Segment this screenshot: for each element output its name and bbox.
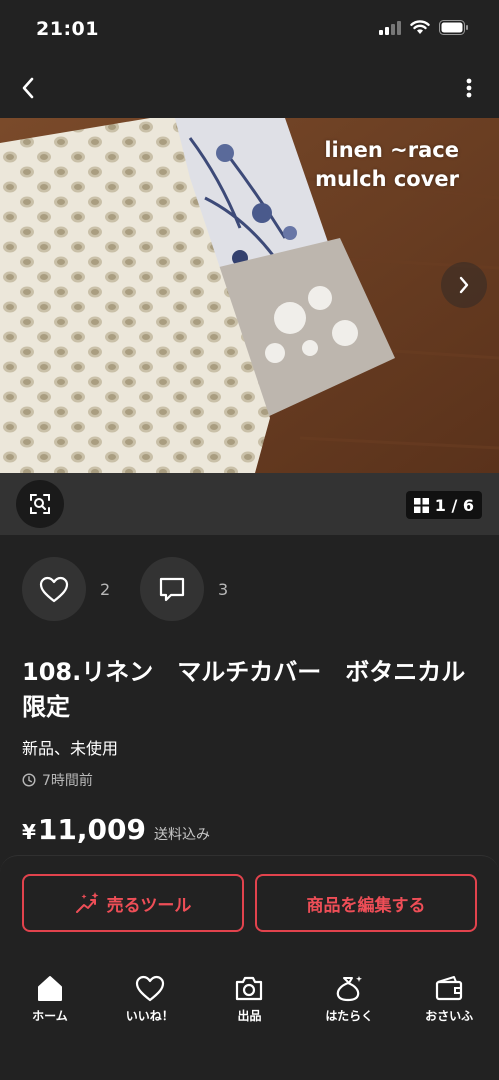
nav-bar bbox=[0, 60, 499, 118]
photo-overlay-line1: linen ~race bbox=[324, 138, 459, 162]
tab-bar: ホーム いいね！ 出品 はたらく おさいふ bbox=[0, 975, 499, 1035]
price: ¥ 11,009 送料込み bbox=[22, 813, 210, 846]
sell-tool-label: 売るツール bbox=[106, 895, 192, 916]
next-photo-button[interactable] bbox=[441, 262, 487, 308]
tab-sell[interactable]: 出品 bbox=[200, 975, 300, 1035]
photo-overlay-line2: mulch cover bbox=[315, 167, 459, 191]
like-count: 2 bbox=[100, 579, 111, 599]
image-search-button[interactable] bbox=[16, 480, 64, 528]
tab-home-label: ホーム bbox=[32, 1009, 68, 1023]
more-vertical-icon bbox=[466, 78, 472, 98]
battery-icon bbox=[439, 20, 468, 35]
comment-button[interactable] bbox=[140, 557, 204, 621]
home-icon bbox=[37, 976, 62, 1001]
like-button[interactable] bbox=[22, 557, 86, 621]
tab-sell-label: 出品 bbox=[237, 1009, 262, 1023]
signal-icon bbox=[379, 20, 401, 35]
edit-item-button[interactable]: 商品を編集する bbox=[255, 874, 477, 932]
comment-count: 3 bbox=[218, 579, 229, 599]
heart-outline-icon bbox=[135, 975, 164, 1002]
tab-wallet[interactable]: おさいふ bbox=[399, 975, 499, 1035]
chevron-left-icon bbox=[22, 77, 34, 99]
page-indicator-text: 1 / 6 bbox=[434, 495, 474, 515]
reaction-row: 2 3 bbox=[22, 557, 248, 621]
price-symbol: ¥ bbox=[22, 820, 36, 844]
sparkle-graph-icon bbox=[75, 892, 99, 913]
tab-work[interactable]: はたらく bbox=[299, 975, 399, 1035]
edit-item-label: 商品を編集する bbox=[306, 895, 426, 916]
grid-icon bbox=[413, 497, 429, 513]
price-value: 11,009 bbox=[37, 813, 146, 846]
camera-icon bbox=[236, 976, 263, 1001]
posted-time: 7時間前 bbox=[22, 770, 93, 790]
item-condition: 新品、未使用 bbox=[22, 739, 119, 758]
tab-wallet-label: おさいふ bbox=[425, 1009, 474, 1023]
status-bar: 21:01 bbox=[0, 0, 499, 60]
chevron-right-icon bbox=[459, 276, 469, 294]
money-bag-icon bbox=[337, 976, 363, 1002]
shipping-note: 送料込み bbox=[153, 827, 210, 843]
wifi-icon bbox=[410, 20, 430, 34]
status-time: 21:01 bbox=[36, 18, 99, 40]
wallet-icon bbox=[435, 976, 463, 1001]
tab-likes[interactable]: いいね！ bbox=[100, 975, 200, 1035]
photo-page-indicator[interactable]: 1 / 6 bbox=[405, 491, 482, 519]
bottom-panel: 売るツール 商品を編集する ホーム いいね！ 出品 はたらく おさいふ bbox=[0, 855, 499, 1080]
tab-likes-label: いいね！ bbox=[125, 1009, 174, 1023]
product-photo[interactable]: linen ~race mulch cover bbox=[0, 118, 499, 473]
more-options-button[interactable] bbox=[459, 72, 479, 104]
heart-icon bbox=[39, 576, 69, 602]
sell-tool-button[interactable]: 売るツール bbox=[22, 874, 244, 932]
tab-work-label: はたらく bbox=[325, 1009, 374, 1023]
item-title: 108.リネン マルチカバー ボタニカル 限定 bbox=[22, 658, 490, 721]
photo-footer: 1 / 6 bbox=[0, 473, 499, 535]
image-search-icon bbox=[30, 494, 50, 514]
status-icons bbox=[379, 20, 469, 35]
comment-icon bbox=[159, 577, 185, 601]
back-button[interactable] bbox=[12, 72, 44, 104]
clock-icon bbox=[22, 773, 36, 787]
posted-time-text: 7時間前 bbox=[42, 773, 93, 789]
tab-home[interactable]: ホーム bbox=[0, 975, 100, 1035]
photo-overlay-text: linen ~race mulch cover bbox=[315, 136, 459, 194]
